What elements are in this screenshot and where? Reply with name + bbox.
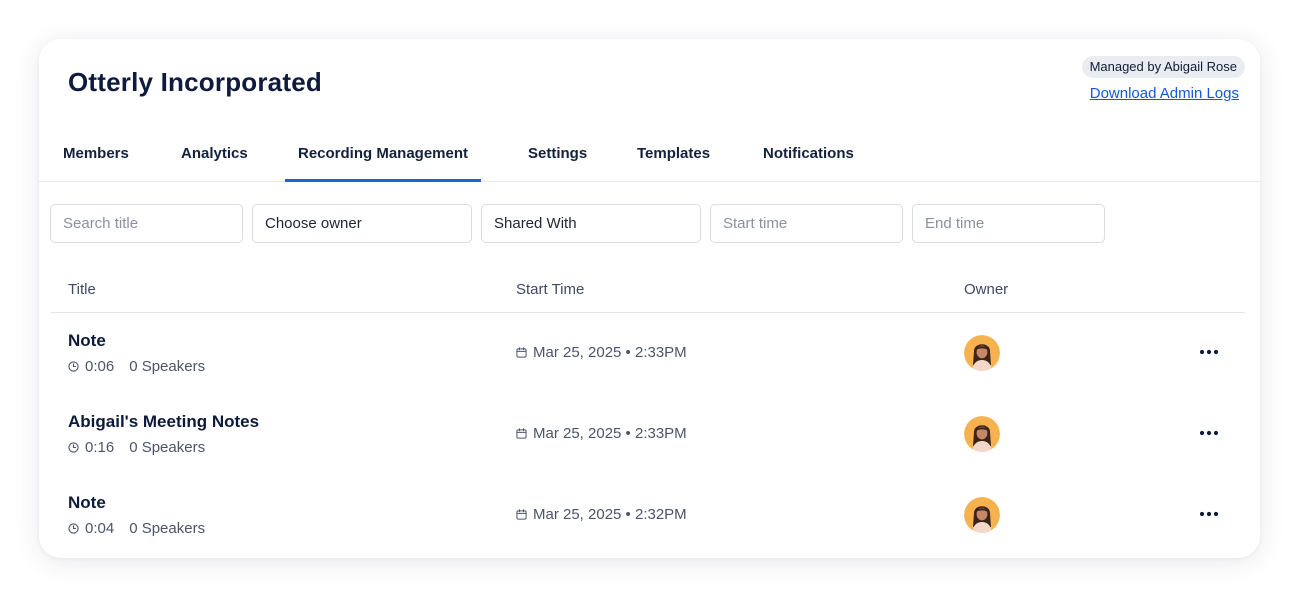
end-time-input[interactable]: End time	[912, 204, 1105, 243]
table-row[interactable]: Note 0:04 0 Speakers Mar 25, 2025 • 2:32…	[50, 475, 1245, 556]
clock-icon	[68, 361, 79, 372]
recording-start-time: Mar 25, 2025 • 2:33PM	[516, 425, 687, 442]
column-start-time: Start Time	[516, 281, 585, 298]
owner-avatar[interactable]	[964, 497, 1000, 533]
tab-members[interactable]: Members	[50, 135, 142, 181]
column-owner: Owner	[964, 281, 1009, 298]
more-options-icon[interactable]	[1195, 503, 1223, 525]
column-title: Title	[68, 281, 96, 298]
recording-speakers: 0 Speakers	[129, 439, 206, 456]
owner-avatar[interactable]	[964, 335, 1000, 371]
tab-bar: Members Analytics Recording Management S…	[39, 135, 1260, 182]
table-header: Title Start Time Owner	[50, 270, 1245, 313]
tab-notifications[interactable]: Notifications	[750, 135, 867, 181]
recording-speakers: 0 Speakers	[129, 520, 206, 537]
search-title-input[interactable]: Search title	[50, 204, 243, 243]
clock-icon	[68, 442, 79, 453]
recording-start-time: Mar 25, 2025 • 2:33PM	[516, 344, 687, 361]
tab-analytics[interactable]: Analytics	[168, 135, 261, 181]
tab-settings[interactable]: Settings	[515, 135, 600, 181]
recording-duration: 0:06	[85, 358, 115, 375]
table-row[interactable]: Note 0:06 0 Speakers Mar 25, 2025 • 2:33…	[50, 313, 1245, 394]
recording-speakers: 0 Speakers	[129, 358, 206, 375]
shared-with-select[interactable]: Shared With	[481, 204, 701, 243]
start-time-text: Mar 25, 2025 • 2:32PM	[533, 506, 687, 523]
recording-duration: 0:04	[85, 520, 115, 537]
page-title: Otterly Incorporated	[68, 67, 322, 97]
more-options-icon[interactable]	[1195, 341, 1223, 363]
start-time-text: Mar 25, 2025 • 2:33PM	[533, 425, 687, 442]
recording-start-time: Mar 25, 2025 • 2:32PM	[516, 506, 687, 523]
recording-title[interactable]: Abigail's Meeting Notes	[68, 412, 259, 432]
org-admin-card: Otterly Incorporated Managed by Abigail …	[39, 39, 1260, 558]
owner-select[interactable]: Choose owner	[252, 204, 472, 243]
start-time-input[interactable]: Start time	[710, 204, 903, 243]
recording-meta: 0:06 0 Speakers	[68, 358, 205, 375]
start-time-text: Mar 25, 2025 • 2:33PM	[533, 344, 687, 361]
recording-duration: 0:16	[85, 439, 115, 456]
calendar-icon	[516, 428, 527, 439]
clock-icon	[68, 523, 79, 534]
owner-avatar[interactable]	[964, 416, 1000, 452]
calendar-icon	[516, 509, 527, 520]
more-options-icon[interactable]	[1195, 422, 1223, 444]
recording-title[interactable]: Note	[68, 493, 106, 513]
recording-title[interactable]: Note	[68, 331, 106, 351]
tab-templates[interactable]: Templates	[624, 135, 723, 181]
calendar-icon	[516, 347, 527, 358]
recording-meta: 0:04 0 Speakers	[68, 520, 205, 537]
table-row[interactable]: Abigail's Meeting Notes 0:16 0 Speakers …	[50, 394, 1245, 475]
managed-by-badge: Managed by Abigail Rose	[1081, 56, 1245, 78]
download-admin-logs-link[interactable]: Download Admin Logs	[1090, 85, 1239, 102]
recording-meta: 0:16 0 Speakers	[68, 439, 205, 456]
tab-recording-management[interactable]: Recording Management	[285, 135, 482, 182]
